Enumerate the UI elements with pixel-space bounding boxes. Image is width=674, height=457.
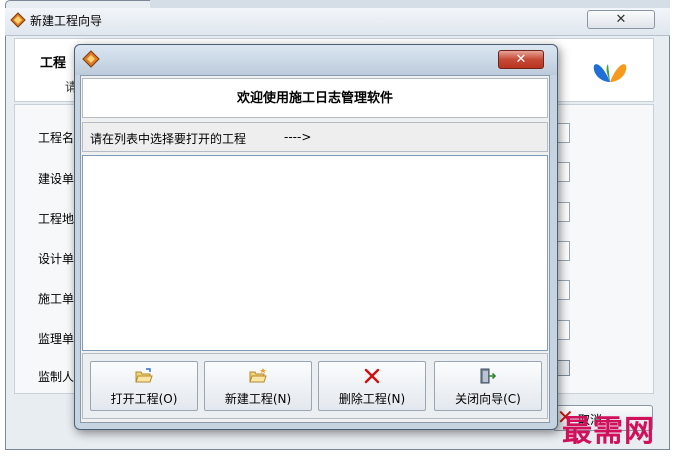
field-label-builder: 建设单 (38, 172, 75, 186)
app-icon (10, 12, 26, 28)
new-project-button[interactable]: 新建工程(N) (204, 361, 312, 411)
butterfly-logo-icon (593, 64, 627, 82)
open-project-label: 打开工程(O) (110, 392, 178, 406)
wizard-close-button[interactable]: ✕ (587, 10, 655, 29)
producer-dropdown-button[interactable] (556, 360, 570, 376)
hint-arrow: ----> (284, 130, 312, 144)
delete-project-button[interactable]: 删除工程(N) (318, 361, 426, 411)
field-label-project-name: 工程名 (38, 131, 75, 145)
field-label-producer: 监制人 (38, 370, 75, 384)
dialog-titlebar[interactable] (75, 45, 557, 75)
wizard-titlebar[interactable] (5, 8, 670, 36)
field-label-contractor: 施工单 (38, 292, 75, 306)
close-wizard-label: 关闭向导(C) (455, 392, 521, 406)
delete-x-icon (364, 368, 380, 384)
site-watermark: 最需网 (562, 414, 655, 449)
project-list[interactable] (82, 155, 548, 351)
folder-new-icon (249, 368, 267, 383)
delete-project-label: 删除工程(N) (338, 392, 406, 406)
new-project-label: 新建工程(N) (224, 392, 292, 406)
exit-door-icon (480, 368, 497, 384)
dialog-app-icon (82, 50, 100, 68)
welcome-heading: 欢迎使用施工日志管理软件 (82, 78, 548, 118)
wizard-header-title: 工程 (40, 56, 67, 71)
folder-open-icon (135, 368, 153, 383)
open-project-button[interactable]: 打开工程(O) (90, 361, 198, 411)
close-wizard-button[interactable]: 关闭向导(C) (434, 361, 542, 411)
dialog-close-button[interactable]: ✕ (498, 50, 544, 69)
window-behind-strip (150, 0, 670, 8)
wizard-title: 新建工程向导 (30, 14, 103, 28)
hint-text: 请在列表中选择要打开的工程 (90, 132, 247, 146)
field-label-designer: 设计单 (38, 252, 75, 266)
field-label-location: 工程地 (38, 212, 75, 226)
field-label-supervisor: 监理单 (38, 332, 75, 346)
